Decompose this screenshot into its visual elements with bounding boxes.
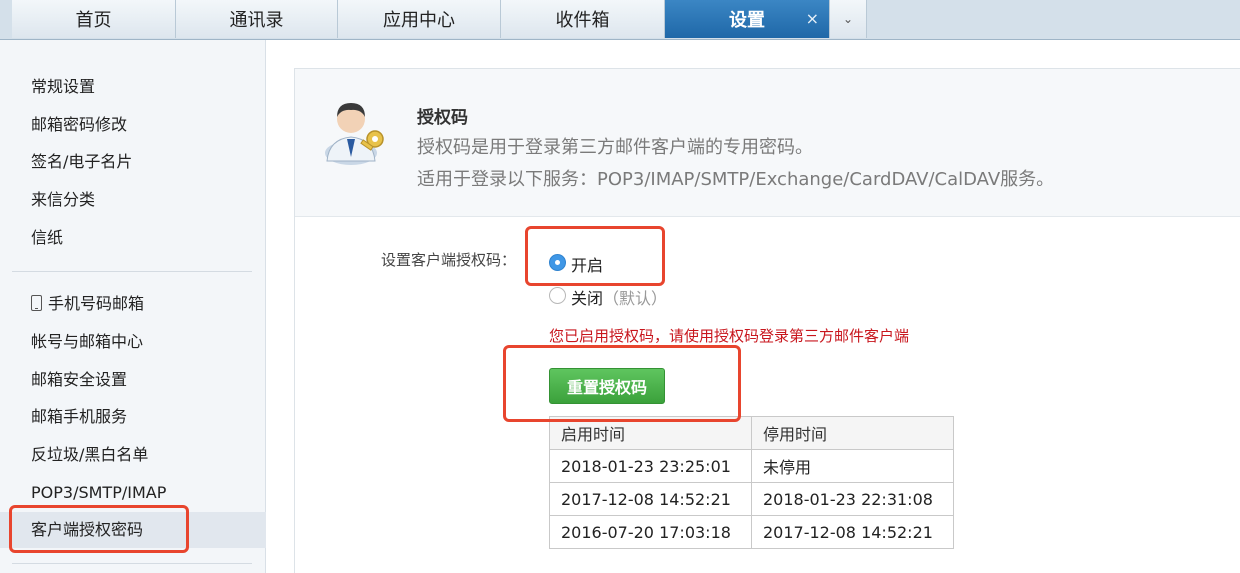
sidebar-item-phone-mailbox[interactable]: 手机号码邮箱 [31, 292, 144, 316]
table-cell: 2018-01-23 22:31:08 [751, 482, 954, 516]
sidebar-item-filters[interactable]: 来信分类 [31, 188, 95, 212]
tab-inbox[interactable]: 收件箱 [501, 0, 665, 38]
description-line-1: 授权码是用于登录第三方邮件客户端的专用密码。 [417, 137, 813, 158]
sidebar-item-signature[interactable]: 签名/电子名片 [31, 150, 132, 174]
chevron-down-icon[interactable]: ⌄ [830, 0, 867, 38]
radio-disable-text: 关闭 [571, 289, 604, 308]
column-header: 停用时间 [751, 416, 954, 450]
annotation-box-radio [525, 226, 665, 286]
table-row: 2016-07-20 17:03:18 2017-12-08 14:52:21 [549, 515, 954, 549]
settings-sidebar: 常规设置 邮箱密码修改 签名/电子名片 来信分类 信纸 手机号码邮箱 帐号与邮箱… [0, 40, 266, 573]
tab-label: 首页 [75, 10, 112, 31]
radio-disable-label[interactable]: 关闭（默认） [571, 285, 667, 309]
description-line-2: 适用于登录以下服务：POP3/IMAP/SMTP/Exchange/CardDA… [417, 169, 1055, 190]
mobile-phone-icon [31, 295, 42, 311]
auth-setting-label: 设置客户端授权码： [381, 251, 517, 269]
tab-app-center[interactable]: 应用中心 [338, 0, 501, 38]
tab-label: 应用中心 [383, 10, 455, 31]
sidebar-item-general[interactable]: 常规设置 [31, 75, 95, 99]
default-note: （默认） [603, 289, 668, 308]
sidebar-divider [12, 271, 252, 272]
table-row: 2018-01-23 23:25:01 未停用 [549, 449, 954, 483]
annotation-box-sidebar [9, 505, 189, 553]
page-title: 授权码 [417, 108, 468, 128]
table-cell: 2018-01-23 23:25:01 [549, 449, 752, 483]
table-row: 2017-12-08 14:52:21 2018-01-23 22:31:08 [549, 482, 954, 516]
sidebar-item-label: 手机号码邮箱 [48, 294, 145, 313]
close-icon[interactable]: × [806, 9, 819, 28]
sidebar-divider [12, 563, 252, 564]
tab-label: 通讯录 [229, 10, 284, 31]
tab-label: 设置 [729, 10, 765, 31]
tab-contacts[interactable]: 通讯录 [176, 0, 338, 38]
panel-header: 授权码 授权码是用于登录第三方邮件客户端的专用密码。 适用于登录以下服务：POP… [295, 69, 1240, 217]
sidebar-item-antispam[interactable]: 反垃圾/黑白名单 [31, 443, 148, 467]
table-cell: 未停用 [751, 449, 954, 483]
table-cell: 2017-12-08 14:52:21 [549, 482, 752, 516]
sidebar-item-password[interactable]: 邮箱密码修改 [31, 113, 127, 137]
tab-label: 收件箱 [555, 10, 610, 31]
annotation-box-button [503, 345, 741, 422]
top-tab-bar: 首页 通讯录 应用中心 收件箱 设置 × ⌄ [0, 0, 1240, 40]
sidebar-item-mobile-service[interactable]: 邮箱手机服务 [31, 405, 127, 429]
sidebar-item-security[interactable]: 邮箱安全设置 [31, 368, 127, 392]
sidebar-item-account-center[interactable]: 帐号与邮箱中心 [31, 330, 143, 354]
auth-history-table: 启用时间 停用时间 2018-01-23 23:25:01 未停用 2017-1… [549, 416, 954, 549]
table-cell: 2017-12-08 14:52:21 [751, 515, 954, 549]
radio-disable[interactable] [549, 287, 566, 304]
table-cell: 2016-07-20 17:03:18 [549, 515, 752, 549]
user-key-icon [325, 103, 384, 165]
sidebar-item-stationery[interactable]: 信纸 [31, 226, 63, 250]
tab-home[interactable]: 首页 [12, 0, 176, 38]
sidebar-item-pop3-smtp-imap[interactable]: POP3/SMTP/IMAP [31, 481, 166, 505]
enabled-notice: 您已启用授权码，请使用授权码登录第三方邮件客户端 [549, 327, 910, 345]
tab-settings[interactable]: 设置 × [665, 0, 830, 38]
